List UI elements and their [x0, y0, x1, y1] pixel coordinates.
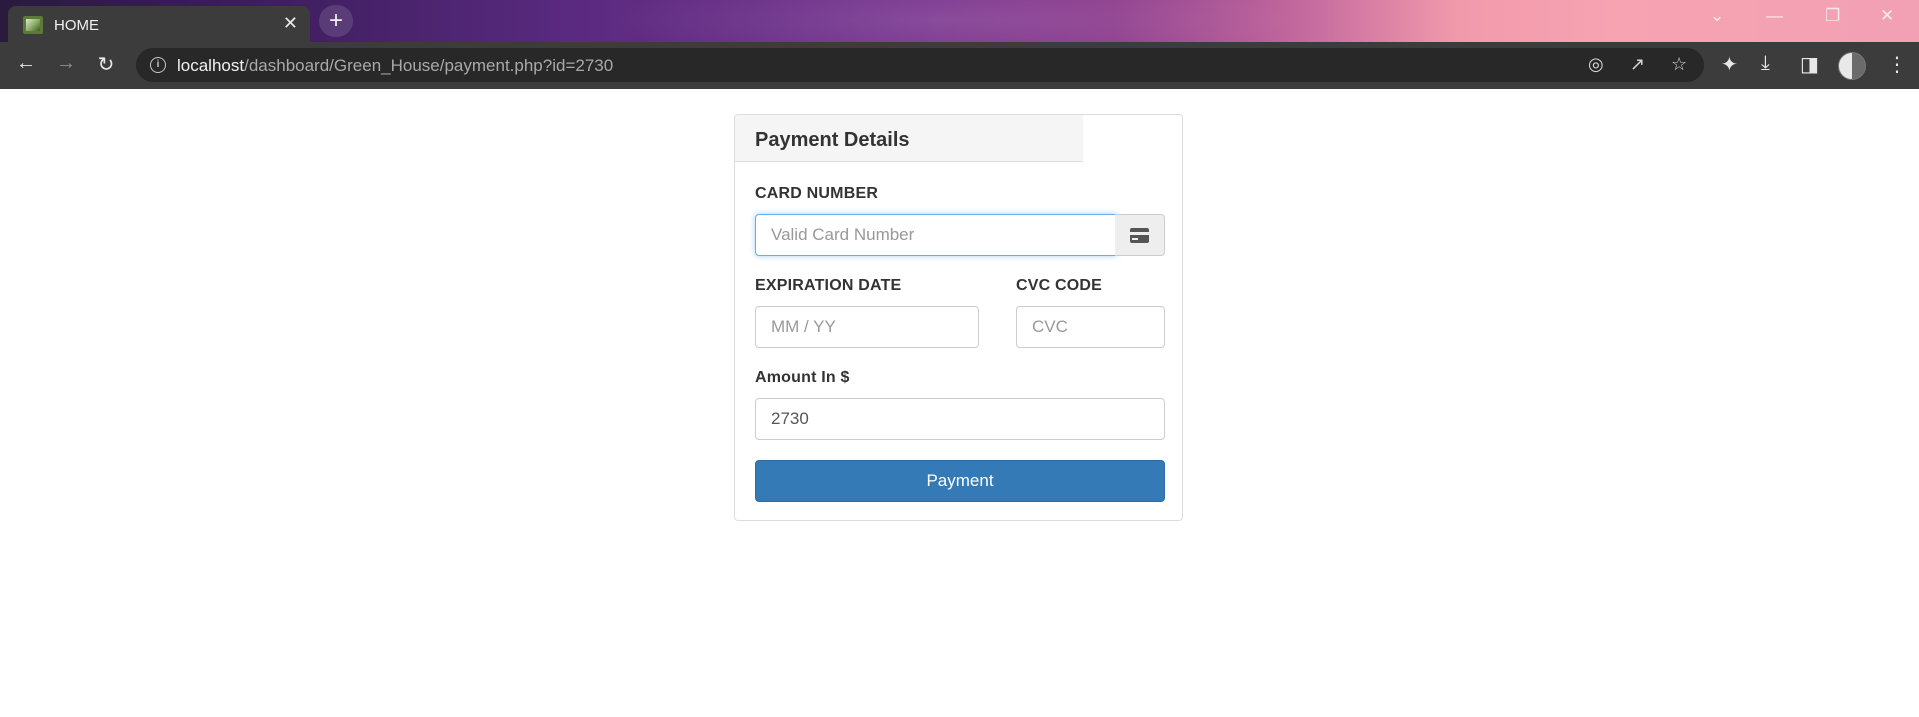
- new-tab-button[interactable]: +: [319, 5, 353, 37]
- browser-tab[interactable]: HOME ✕: [8, 6, 310, 42]
- chevron-down-icon[interactable]: ⌄: [1710, 6, 1724, 26]
- card-number-input[interactable]: [755, 214, 1116, 256]
- sidebar-icon[interactable]: ◨: [1800, 52, 1819, 77]
- info-icon[interactable]: i: [150, 57, 166, 73]
- credit-card-icon: [1130, 228, 1149, 243]
- amount-label: Amount In $: [755, 369, 850, 386]
- forward-icon[interactable]: →: [53, 52, 79, 75]
- browser-titlebar: HOME ✕ + ⌄ — ❐ ✕: [0, 0, 1919, 42]
- payment-button[interactable]: Payment: [755, 460, 1165, 502]
- browser-toolbar: ← → ↻ i localhost/dashboard/Green_House/…: [0, 42, 1919, 89]
- eye-off-icon[interactable]: ◎: [1588, 54, 1604, 75]
- amount-input[interactable]: [755, 398, 1165, 440]
- cvc-input[interactable]: [1016, 306, 1165, 348]
- panel-title: Payment Details: [755, 129, 910, 151]
- minimize-icon[interactable]: —: [1766, 6, 1783, 26]
- close-window-icon[interactable]: ✕: [1880, 6, 1894, 26]
- download-icon[interactable]: ⤓: [1761, 52, 1770, 75]
- payment-panel: Payment Details CARD NUMBER EXPIRATION D…: [734, 114, 1183, 521]
- reload-icon[interactable]: ↻: [93, 52, 119, 77]
- restore-icon[interactable]: ❐: [1825, 6, 1840, 26]
- expiration-date-input[interactable]: [755, 306, 979, 348]
- card-addon: [1115, 214, 1165, 256]
- back-icon[interactable]: ←: [13, 52, 39, 75]
- share-icon[interactable]: ↗: [1630, 54, 1645, 75]
- tab-title: HOME: [54, 17, 99, 34]
- cvc-code-label: CVC CODE: [1016, 277, 1103, 294]
- address-bar[interactable]: i localhost/dashboard/Green_House/paymen…: [136, 48, 1704, 82]
- star-icon[interactable]: ☆: [1671, 54, 1687, 75]
- avatar[interactable]: [1838, 52, 1866, 80]
- url-text[interactable]: localhost/dashboard/Green_House/payment.…: [177, 56, 613, 76]
- puzzle-icon[interactable]: ✦: [1721, 52, 1738, 77]
- close-tab-icon[interactable]: ✕: [283, 13, 298, 33]
- more-icon[interactable]: ⋮: [1887, 52, 1907, 77]
- panel-heading: Payment Details: [735, 115, 1083, 162]
- card-number-label: CARD NUMBER: [755, 185, 879, 202]
- expiration-date-label: EXPIRATION DATE: [755, 277, 902, 294]
- site-favicon-icon: [23, 16, 43, 34]
